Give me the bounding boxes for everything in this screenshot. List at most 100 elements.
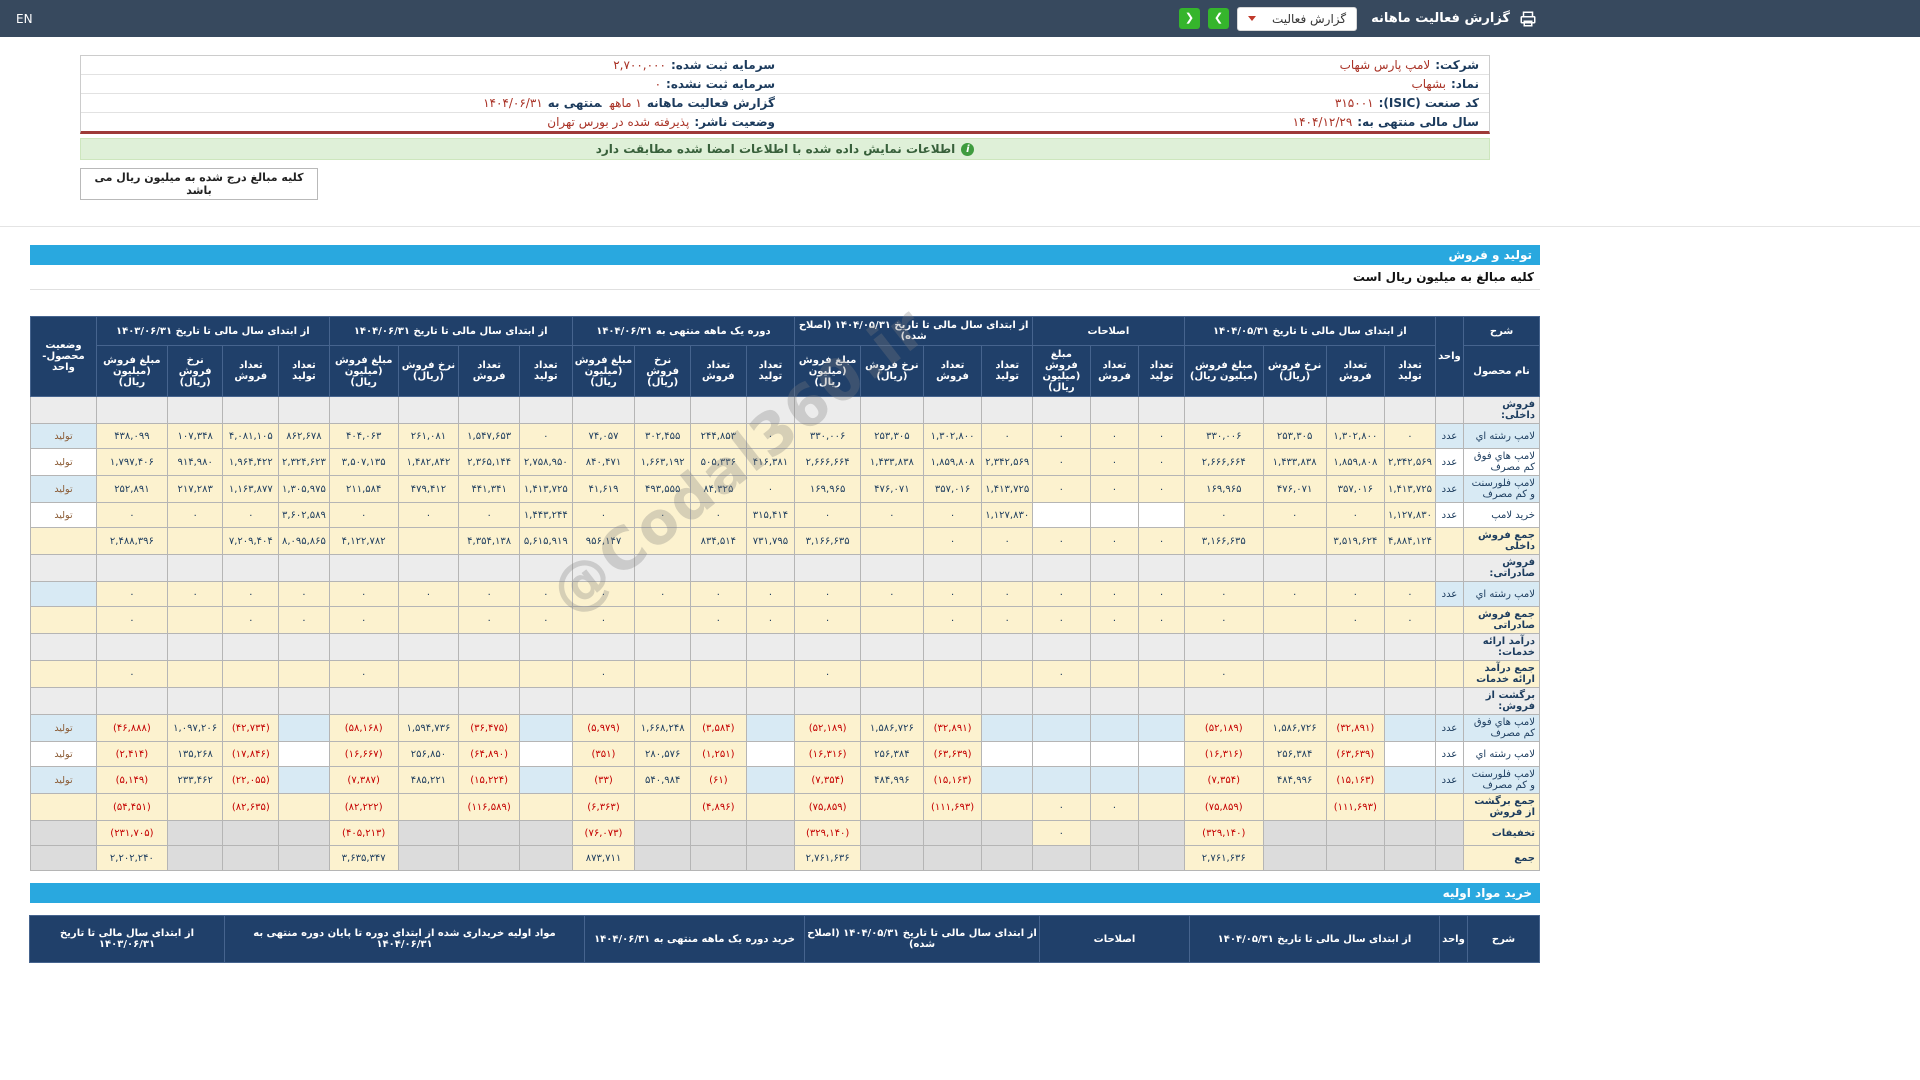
value-cell: ۰ [519,581,573,607]
column-subheader: مبلغ فروش (میلیون ریال) [571,345,636,397]
value-cell [166,660,224,688]
cell [634,554,692,582]
cell [1089,633,1140,661]
cell [794,633,861,661]
value-cell: (۳۶,۴۷۵) [458,714,520,742]
value-cell: ۰ [166,502,224,528]
language-toggle[interactable]: EN [16,12,33,26]
section-label-cell: فروش داخلی: [1463,396,1540,424]
cell [690,633,747,661]
cell [860,554,924,582]
value-cell: ۰ [1138,581,1185,607]
table-row: جمع فروش داخلی ۴,۸۸۴,۱۲۴ ۳,۵۱۹,۶۲۴ ۳,۱۶۶,۶۳… [30,527,1540,555]
value-cell: ۲,۴۸۸,۳۹۶ [95,527,168,555]
value-cell: ۰ [981,606,1034,634]
value-cell [1032,845,1091,871]
unit-cell: عدد [1434,741,1465,767]
value-cell [1262,660,1327,688]
materials-column-header: از ابتدای سال مالی تا تاریخ ۱۴۰۴/۰۵/۳۱ [1189,915,1440,963]
info-value-link[interactable]: لامپ پارس شهاب [1340,58,1431,72]
status-cell [30,606,97,634]
cell [166,687,224,715]
value-cell: ۰ [222,581,280,607]
value-cell: ۰ [95,660,168,688]
value-cell: ۲,۷۶۱,۶۳۶ [1183,845,1264,871]
materials-table-wrap: شرح واحد از ابتدای سال مالی تا تاریخ ۱۴۰۴/… [29,915,1540,963]
value-cell [745,741,796,767]
cell [1089,396,1140,424]
value-cell: ۱,۴۳۳,۸۳۸ [1262,448,1327,476]
value-cell [690,845,747,871]
value-cell: ۰ [1325,502,1386,528]
value-cell [1138,502,1185,528]
column-subheader: نرخ فروش (ریال) [860,345,924,397]
value-cell: ۰ [1183,502,1264,528]
section-row: برگشت از فروش: [30,687,1540,715]
value-cell: ۰ [922,502,983,528]
value-cell: ۱,۱۲۷,۸۳۰ [1384,502,1436,528]
value-cell: ۰ [1089,606,1140,634]
materials-column-header: شرح [1467,915,1540,963]
report-type-dropdown[interactable]: گزارش فعالیت [1236,6,1358,31]
section-header-materials[interactable]: خرید مواد اولیه [30,883,1540,903]
value-cell [1032,714,1091,742]
currency-note: کلیه مبالغ به میلیون ریال است [30,265,1540,290]
value-cell: ۰ [278,581,330,607]
product-name-cell: جمع برگشت از فروش [1463,793,1540,821]
value-cell [860,527,924,555]
value-cell: ۰ [1138,423,1185,449]
value-cell: ۰ [690,502,747,528]
column-subheader: مبلغ فروش (میلیون ریال) [328,345,399,397]
cell [1384,633,1436,661]
value-cell [519,714,573,742]
value-cell: (۱,۲۵۱) [690,741,747,767]
printer-icon[interactable] [1518,10,1538,28]
column-subheader-product: نام محصول [1463,345,1540,397]
materials-column-header: از ابتدای سال مالی تا تاریخ ۱۴۰۳/۰۶/۳۱ [29,915,225,963]
value-cell: (۳۲۹,۱۴۰) [794,820,861,846]
cell [458,396,520,424]
info-cell-right: نماد: بشهاب [785,75,1489,93]
cell [1262,633,1327,661]
value-cell: ۰ [1089,527,1140,555]
value-cell [278,741,330,767]
value-cell: (۴۶,۸۸۸) [95,714,168,742]
table-row: جمع برگشت از فروش (۱۱۱,۶۹۳) (۷۵,۸۵۹) ۰ ۰ (۱۱۱… [30,793,1540,821]
value-cell: ۰ [1138,448,1185,476]
value-cell: ۴۸۴,۹۹۶ [1262,766,1327,794]
column-group-header-sharh: شرح [1463,316,1540,346]
value-cell: ۴۰۴,۰۶۳ [328,423,399,449]
value-cell: ۲۱۷,۲۸۳ [166,475,224,503]
value-cell [166,527,224,555]
value-cell: (۱۶,۳۱۶) [794,741,861,767]
value-cell: ۰ [397,502,460,528]
value-cell [860,845,924,871]
value-cell: (۶۳,۶۳۹) [1325,741,1386,767]
value-cell: ۰ [794,502,861,528]
column-subheader: تعداد تولید [1138,345,1185,397]
value-cell: ۳,۱۶۶,۶۳۵ [794,527,861,555]
status-cell: تولید [30,502,97,528]
value-cell: ۱,۳۰۲,۸۰۰ [1325,423,1386,449]
value-cell: ۸۴۰,۴۷۱ [571,448,636,476]
nav-forward-button[interactable]: ❯ [1207,8,1229,29]
cell [1434,633,1465,661]
value-cell: ۴۴۱,۳۴۱ [458,475,520,503]
info-value-link[interactable]: بشهاب [1411,77,1446,91]
cell [328,396,399,424]
cell [1032,396,1091,424]
value-cell: (۱۶,۳۱۶) [1183,741,1264,767]
cell [222,396,280,424]
value-cell [1089,845,1140,871]
info-cell-right: کد صنعت (ISIC): ۳۱۵۰۰۱ [785,94,1489,112]
nav-back-button[interactable]: ❮ [1178,8,1200,29]
cell [95,554,168,582]
column-subheader: تعداد تولید [1384,345,1436,397]
value-cell: ۰ [571,606,636,634]
cell [690,687,747,715]
value-cell: ۲,۲۰۲,۲۴۰ [95,845,168,871]
status-cell: تولید [30,448,97,476]
section-header-production[interactable]: تولید و فروش [30,245,1540,265]
value-cell: ۰ [634,502,692,528]
topbar-actions: گزارش فعالیت ماهانه گزارش فعالیت ❯ ❮ [1178,6,1538,31]
